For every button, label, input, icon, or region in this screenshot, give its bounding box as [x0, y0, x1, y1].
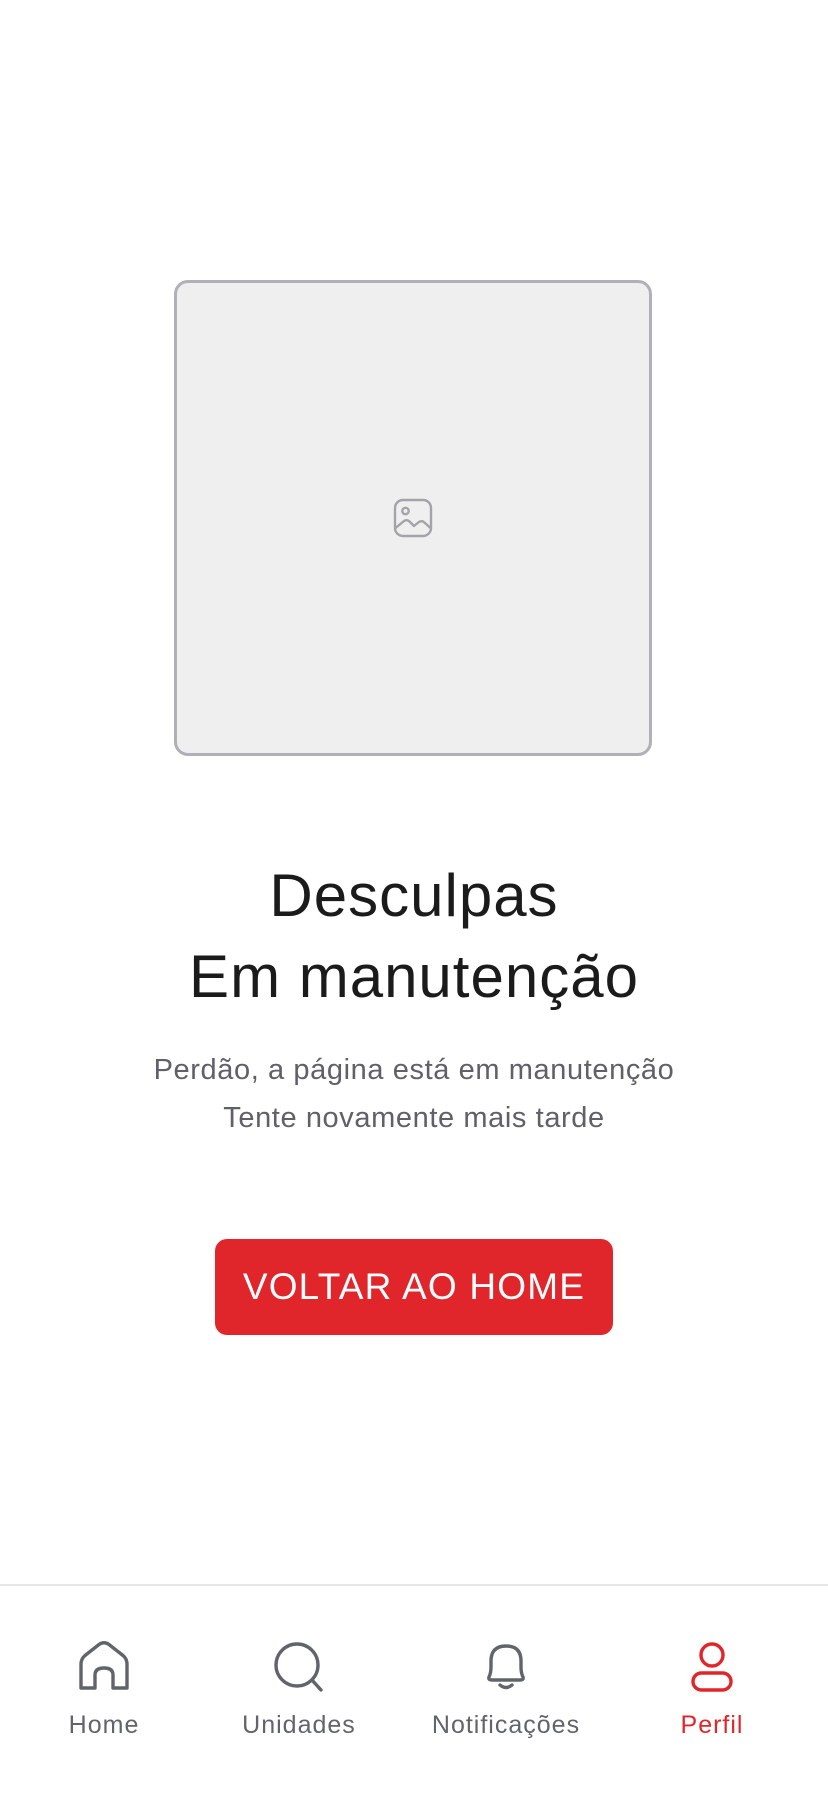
nav-label-perfil: Perfil	[680, 1711, 744, 1739]
home-icon	[75, 1638, 133, 1696]
title-line-1: Desculpas	[269, 862, 559, 929]
nav-label-unidades: Unidades	[242, 1711, 356, 1739]
subtitle-line-2: Tente novamente mais tarde	[223, 1102, 605, 1134]
nav-label-home: Home	[68, 1711, 140, 1739]
nav-label-notificacoes: Notificações	[431, 1711, 581, 1739]
maintenance-screen: Desculpas Em manutenção Perdão, a página…	[0, 0, 828, 1794]
page-title: Desculpas Em manutenção	[0, 855, 828, 1017]
image-icon	[392, 497, 434, 539]
back-to-home-button[interactable]: VOLTAR AO HOME	[215, 1239, 613, 1335]
title-line-2: Em manutenção	[189, 943, 639, 1010]
user-icon	[683, 1638, 741, 1696]
search-icon	[270, 1638, 328, 1696]
image-placeholder	[174, 280, 652, 756]
page-subtitle: Perdão, a página está em manutenção Tent…	[0, 1046, 828, 1142]
nav-item-notificacoes[interactable]: Notificações	[406, 1638, 606, 1748]
nav-item-perfil[interactable]: Perfil	[612, 1638, 812, 1748]
subtitle-line-1: Perdão, a página está em manutenção	[153, 1054, 675, 1086]
nav-item-home[interactable]: Home	[4, 1638, 204, 1748]
bell-icon	[477, 1638, 535, 1696]
bottom-navigation: Home Unidades Notificações Perfil	[0, 1584, 828, 1794]
nav-item-unidades[interactable]: Unidades	[199, 1638, 399, 1748]
